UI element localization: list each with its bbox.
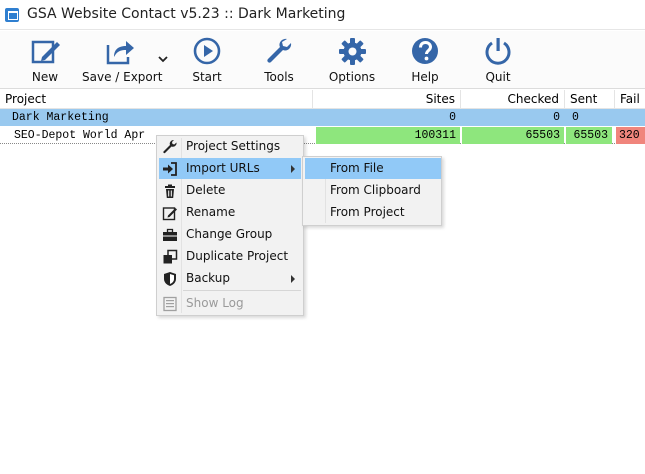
- cell-checked: 65503: [462, 127, 564, 144]
- menu-item-duplicate-project[interactable]: Duplicate Project: [159, 246, 301, 267]
- shield-icon: [164, 272, 176, 286]
- power-icon: [485, 38, 511, 65]
- column-header-sent[interactable]: Sent: [564, 90, 614, 109]
- cell-checked: 0: [553, 111, 560, 124]
- wrench-icon: [267, 38, 292, 63]
- menu-item-show-log[interactable]: Show Log: [159, 293, 301, 314]
- menu-item-backup[interactable]: Backup: [159, 268, 301, 289]
- table-row[interactable]: SEO-Depot World Apr 100311 65503 65503 3…: [0, 127, 645, 144]
- play-icon: [193, 37, 221, 65]
- menu-separator: [183, 290, 301, 291]
- chevron-down-icon: [158, 56, 168, 63]
- start-label: Start: [192, 70, 222, 84]
- save-export-button[interactable]: Save / Export: [82, 31, 163, 89]
- tools-label: Tools: [264, 70, 294, 84]
- context-menu: Project Settings Import URLs Delete Rena…: [156, 135, 304, 316]
- help-button[interactable]: Help: [394, 31, 456, 89]
- new-project-icon: [31, 40, 60, 64]
- import-urls-submenu: From File From Clipboard From Project: [302, 156, 442, 226]
- menu-item-change-group[interactable]: Change Group: [159, 224, 301, 245]
- menu-item-rename[interactable]: Rename: [159, 202, 301, 223]
- submenu-item-label: From Clipboard: [330, 183, 421, 197]
- menu-item-label: Project Settings: [186, 139, 281, 153]
- gear-icon: [339, 38, 366, 65]
- submenu-item-label: From Project: [330, 205, 405, 219]
- submenu-item-from-clipboard[interactable]: From Clipboard: [305, 180, 441, 201]
- submenu-arrow-icon: [291, 165, 295, 173]
- menu-item-label: Change Group: [186, 227, 273, 241]
- toolbar: New Save / Export Start Tools Options He…: [0, 31, 645, 89]
- menu-item-label: Rename: [186, 205, 236, 219]
- column-header-sites[interactable]: Sites: [312, 90, 460, 109]
- quit-label: Quit: [485, 70, 511, 84]
- cell-project: SEO-Depot World Apr: [14, 129, 146, 142]
- menu-item-import-urls[interactable]: Import URLs: [159, 158, 301, 179]
- log-icon: [163, 296, 177, 312]
- save-export-dropdown[interactable]: [157, 53, 169, 63]
- submenu-arrow-icon: [291, 275, 295, 283]
- title-bar: GSA Website Contact v5.23 :: Dark Market…: [0, 0, 645, 30]
- menu-item-label: Import URLs: [186, 161, 260, 175]
- submenu-item-from-file[interactable]: From File: [305, 158, 441, 179]
- column-header-fail[interactable]: Fail: [614, 90, 645, 109]
- duplicate-icon: [163, 249, 178, 264]
- submenu-item-label: From File: [330, 161, 384, 175]
- column-header-project[interactable]: Project: [0, 90, 312, 109]
- menu-item-label: Delete: [186, 183, 226, 197]
- menu-item-label: Backup: [186, 271, 230, 285]
- cell-sent: 0: [572, 111, 579, 124]
- share-export-icon: [106, 41, 134, 65]
- cell-sites: 0: [449, 111, 456, 124]
- table-header: Project Sites Checked Sent Fail: [0, 90, 645, 109]
- help-icon: [412, 38, 438, 64]
- help-label: Help: [411, 70, 439, 84]
- menu-item-delete[interactable]: Delete: [159, 180, 301, 201]
- start-button[interactable]: Start: [176, 31, 238, 89]
- trash-icon: [165, 184, 175, 198]
- options-button[interactable]: Options: [321, 31, 383, 89]
- tools-button[interactable]: Tools: [248, 31, 310, 89]
- cell-fail: 320: [616, 127, 645, 144]
- quit-button[interactable]: Quit: [467, 31, 529, 89]
- window-title: GSA Website Contact v5.23 :: Dark Market…: [27, 6, 346, 22]
- wrench-icon: [163, 140, 177, 154]
- cell-project: Dark Marketing: [12, 111, 109, 124]
- edit-icon: [162, 207, 177, 221]
- column-header-checked[interactable]: Checked: [460, 90, 564, 109]
- menu-item-label: Show Log: [186, 296, 244, 310]
- menu-item-label: Duplicate Project: [186, 249, 289, 263]
- options-label: Options: [328, 70, 376, 84]
- briefcase-icon: [163, 228, 177, 241]
- submenu-item-from-project[interactable]: From Project: [305, 202, 441, 223]
- cell-sent: 65503: [566, 127, 612, 144]
- import-icon: [163, 162, 177, 176]
- menu-item-project-settings[interactable]: Project Settings: [159, 136, 301, 157]
- table-row[interactable]: Dark Marketing 0 0 0: [0, 109, 645, 126]
- app-icon: [5, 8, 19, 22]
- new-label: New: [31, 70, 59, 84]
- new-button[interactable]: New: [14, 31, 76, 89]
- cell-sites: 100311: [316, 127, 460, 144]
- save-export-label: Save / Export: [82, 70, 163, 84]
